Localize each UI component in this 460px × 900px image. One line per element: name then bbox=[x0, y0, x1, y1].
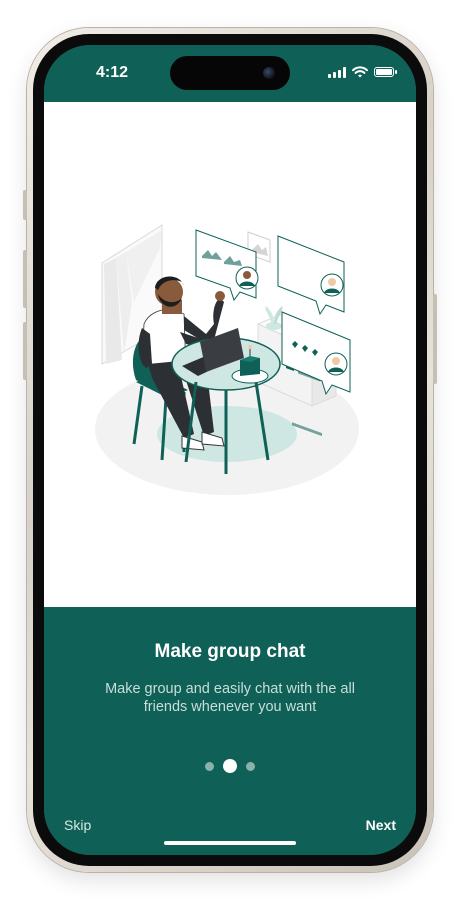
status-icons bbox=[328, 65, 397, 79]
side-button-volume-down bbox=[23, 322, 27, 380]
side-button-power bbox=[433, 294, 437, 384]
pagination-dot-3[interactable] bbox=[246, 761, 255, 771]
dynamic-island bbox=[170, 56, 290, 90]
screen: 4:12 Make group chat Make group and easi… bbox=[44, 45, 416, 855]
side-button-action bbox=[23, 190, 27, 220]
pagination-dot-1[interactable] bbox=[205, 761, 214, 771]
skip-button[interactable]: Skip bbox=[64, 817, 91, 833]
side-button-volume-up bbox=[23, 250, 27, 308]
wifi-icon bbox=[352, 66, 368, 78]
next-button[interactable]: Next bbox=[366, 817, 396, 833]
group-chat-illustration bbox=[95, 224, 359, 495]
pagination-dot-2-active[interactable] bbox=[223, 759, 237, 773]
home-indicator[interactable] bbox=[164, 841, 296, 845]
battery-icon bbox=[374, 67, 397, 77]
pagination-dots bbox=[44, 759, 416, 773]
illustration-area bbox=[44, 102, 416, 607]
status-time: 4:12 bbox=[96, 64, 129, 81]
onboarding-content: Make group chat Make group and easily ch… bbox=[44, 607, 416, 855]
signal-icon bbox=[328, 66, 346, 78]
onboarding-title: Make group chat bbox=[154, 641, 306, 662]
camera-icon bbox=[263, 67, 275, 79]
status-bar: 4:12 bbox=[44, 45, 416, 102]
onboarding-subtitle: Make group and easily chat with the all … bbox=[105, 681, 355, 715]
